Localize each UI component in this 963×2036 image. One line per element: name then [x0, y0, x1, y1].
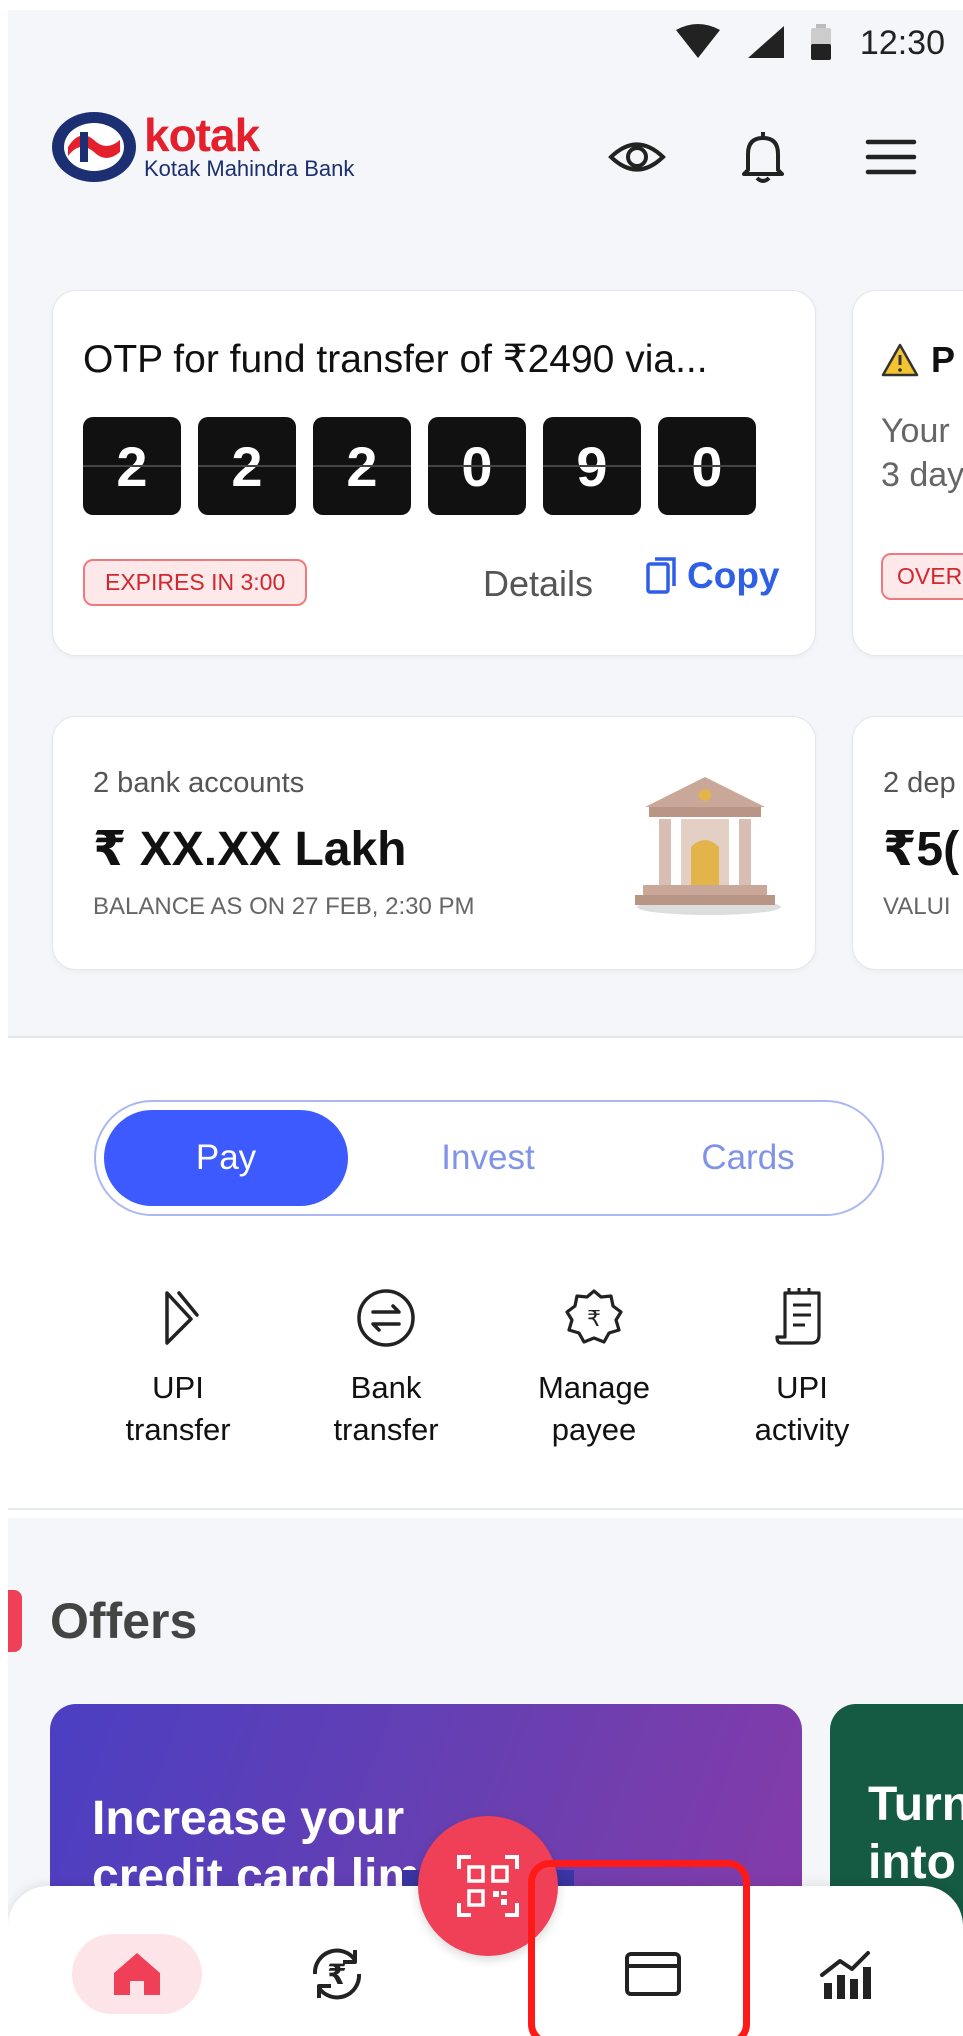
bank-transfer-icon: [357, 1289, 415, 1347]
expires-badge: EXPIRES IN 3:00: [83, 559, 308, 606]
copy-button[interactable]: Copy: [645, 555, 780, 597]
cards-highlight-box: [528, 1860, 750, 2036]
qa-label: Bank: [350, 1370, 422, 1405]
qa-label: Manage: [537, 1370, 651, 1405]
accounts-count: 2 bank accounts: [93, 767, 305, 799]
qa-label: transfer: [125, 1412, 231, 1447]
svg-text:₹: ₹: [327, 1958, 346, 1991]
app-frame: 12:30 kotak Kotak Mahindra Bank OTP for …: [8, 10, 963, 2036]
home-icon: [114, 1953, 160, 1995]
upi-icon: [165, 1291, 199, 1345]
manage-payee-button[interactable]: ₹ Manage payee: [504, 1285, 684, 1451]
nav-analytics[interactable]: [780, 1934, 910, 2014]
wifi-icon: [676, 24, 720, 58]
alert-title-text: P: [931, 339, 956, 380]
upi-activity-button[interactable]: UPI activity: [712, 1285, 892, 1451]
alert-line: 3 day: [881, 456, 963, 494]
offer-line: Increase your: [92, 1792, 405, 1845]
qr-scan-icon: [457, 1855, 519, 1917]
menu-icon[interactable]: [862, 128, 920, 186]
nav-payments[interactable]: ₹: [272, 1934, 402, 2014]
eye-icon[interactable]: [608, 128, 666, 186]
qa-label: activity: [754, 1412, 850, 1447]
status-bar: 12:30: [8, 10, 963, 70]
qa-label: UPI: [776, 1370, 828, 1405]
offer-line: into: [868, 1836, 956, 1889]
details-button[interactable]: Details: [483, 563, 593, 605]
copy-icon: [646, 557, 676, 594]
svg-text:₹: ₹: [587, 1307, 601, 1332]
otp-digit: 2: [313, 417, 411, 515]
nav-home[interactable]: [72, 1934, 202, 2014]
rupee-exchange-icon: ₹: [312, 1948, 362, 2000]
brand-name: kotak: [144, 109, 260, 161]
alert-badge: OVER: [881, 553, 963, 600]
bank-transfer-button[interactable]: Bank transfer: [296, 1285, 476, 1451]
kotak-logo-icon: [52, 112, 136, 182]
alert-card-peek[interactable]: P Your 3 day OVER: [852, 290, 963, 656]
deposits-sub: VALUI: [883, 893, 951, 920]
alert-title: P: [881, 339, 955, 381]
otp-card[interactable]: OTP for fund transfer of ₹2490 via... 2 …: [52, 290, 816, 656]
bank-accounts-card[interactable]: 2 bank accounts ₹ XX.XX Lakh BALANCE AS …: [52, 716, 816, 970]
bank-building-icon: [635, 777, 781, 915]
bell-icon[interactable]: [734, 128, 792, 186]
manage-payee-icon: ₹: [565, 1289, 623, 1344]
offer-line: Turn: [868, 1778, 963, 1831]
deposits-card-peek[interactable]: 2 dep ₹5( VALUI: [852, 716, 963, 970]
battery-icon: [811, 24, 831, 60]
account-balance: ₹ XX.XX Lakh: [93, 823, 407, 876]
otp-digit: 2: [198, 417, 296, 515]
qa-label: UPI: [152, 1370, 204, 1405]
otp-digit: 0: [658, 417, 756, 515]
alert-text: Your 3 day: [881, 409, 963, 497]
deposits-value: ₹5(: [883, 823, 960, 876]
tab-invest[interactable]: Invest: [366, 1110, 610, 1206]
tab-pay[interactable]: Pay: [104, 1110, 348, 1206]
section-divider: [8, 1508, 963, 1510]
otp-digit: 0: [428, 417, 526, 515]
offer-text: Turn into: [868, 1776, 963, 1892]
otp-title: OTP for fund transfer of ₹2490 via...: [83, 338, 708, 381]
offers-title: Offers: [50, 1593, 198, 1649]
otp-digit: 2: [83, 417, 181, 515]
warning-icon: [881, 343, 919, 377]
offers-accent-bar: [8, 1590, 22, 1652]
balance-timestamp: BALANCE AS ON 27 FEB, 2:30 PM: [93, 893, 475, 920]
receipt-icon: [775, 1288, 821, 1345]
bank-name: Kotak Mahindra Bank: [144, 156, 355, 181]
status-time: 12:30: [859, 24, 945, 62]
alert-line: Your: [881, 412, 950, 450]
qa-label: payee: [551, 1412, 637, 1447]
segment-tabs: Pay Invest Cards: [94, 1100, 884, 1216]
otp-digits: 2 2 2 0 9 0: [83, 417, 756, 515]
tab-cards[interactable]: Cards: [626, 1110, 870, 1206]
analytics-icon: [820, 1951, 871, 1999]
kotak-logo: kotak Kotak Mahindra Bank: [50, 110, 354, 184]
qa-label: transfer: [333, 1412, 439, 1447]
deposits-count: 2 dep: [883, 767, 956, 799]
copy-label: Copy: [687, 555, 780, 596]
signal-icon: [748, 26, 784, 58]
otp-digit: 9: [543, 417, 641, 515]
upi-transfer-button[interactable]: UPI transfer: [88, 1285, 268, 1451]
